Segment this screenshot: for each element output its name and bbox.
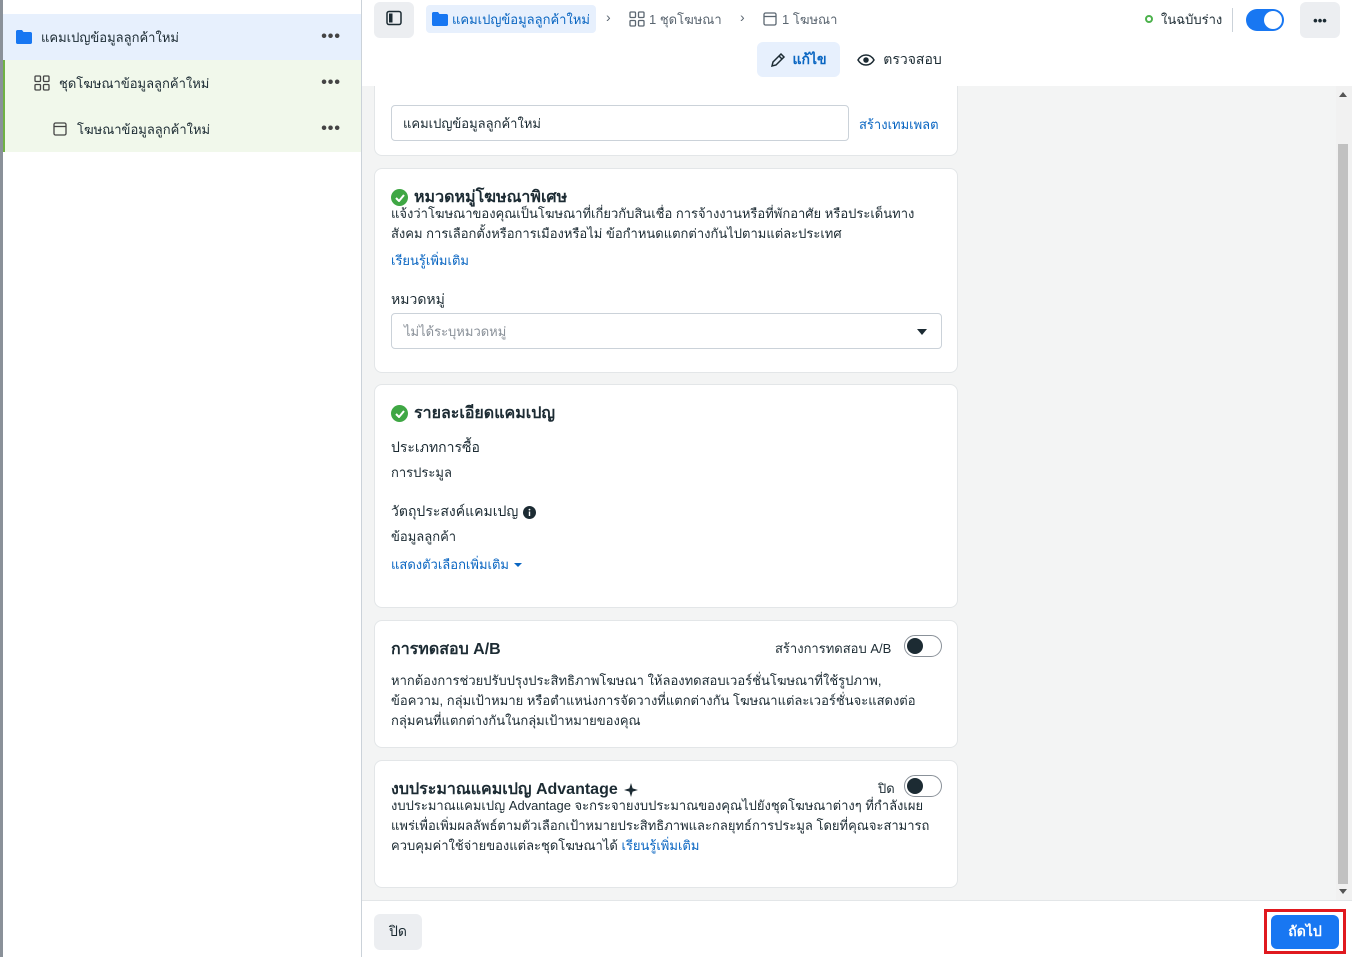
breadcrumb-campaign[interactable]: แคมเปญข้อมูลลูกค้าใหม่: [426, 5, 596, 33]
card-description: หากต้องการช่วยปรับปรุงประสิทธิภาพโฆษณา ใ…: [391, 671, 916, 731]
folder-icon: [432, 12, 448, 26]
ab-toggle-label: สร้างการทดสอบ A/B: [775, 641, 892, 656]
campaign-name-input[interactable]: แคมเปญข้อมูลลูกค้าใหม่: [391, 105, 849, 141]
objective-label: วัตถุประสงค์แคมเปญ: [391, 501, 537, 523]
tree-item-campaign[interactable]: แคมเปญข้อมูลลูกค้าใหม่ •••: [3, 14, 361, 60]
learn-more-link[interactable]: เรียนรู้เพิ่มเติม: [621, 838, 699, 853]
main-content: แคมเปญข้อมูลลูกค้าใหม่ สร้างเทมเพลต หมวด…: [362, 86, 1336, 900]
breadcrumb-label: 1 ชุดโฆษณา: [649, 11, 722, 27]
tab-review[interactable]: ตรวจสอบ: [852, 42, 947, 77]
chevron-right-icon: ›: [606, 9, 611, 25]
top-bar: แคมเปญข้อมูลลูกค้าใหม่ › 1 ชุดโฆษณา › 1 …: [362, 0, 1352, 86]
tab-edit[interactable]: แก้ไข: [757, 42, 840, 77]
ab-test-toggle[interactable]: [904, 635, 942, 657]
caret-down-icon: [513, 563, 522, 567]
input-value: แคมเปญข้อมูลลูกค้าใหม่: [403, 115, 541, 131]
ab-test-card: การทดสอบ A/B สร้างการทดสอบ A/B หากต้องกา…: [374, 620, 958, 748]
card-title-text: การทดสอบ A/B: [391, 641, 501, 658]
tree-item-adset[interactable]: ชุดโฆษณาข้อมูลลูกค้าใหม่ •••: [3, 60, 361, 106]
close-button[interactable]: ปิด: [374, 914, 422, 950]
desc-text: ควบคุมค่าใช้จ่ายของแต่ละชุดโฆษณาได้: [391, 838, 622, 853]
check-circle-icon: [391, 405, 408, 422]
grid-icon: [629, 11, 645, 27]
desc-line: แจ้งว่าโฆษณาของคุณเป็นโฆษณาที่เกี่ยวกับส…: [391, 206, 915, 221]
card-title: รายละเอียดแคมเปญ: [391, 401, 555, 426]
status-dot-icon: [1145, 15, 1153, 23]
sidebar-panel-icon: [386, 10, 402, 31]
scrollbar[interactable]: [1336, 86, 1352, 900]
advantage-budget-toggle[interactable]: [904, 775, 942, 797]
campaign-on-off-toggle[interactable]: [1246, 9, 1284, 31]
show-more-options-link[interactable]: แสดงตัวเลือกเพิ่มเติม: [391, 555, 522, 575]
tab-label: ตรวจสอบ: [883, 50, 942, 67]
chevron-right-icon: ›: [740, 9, 745, 25]
category-select[interactable]: ไม่ได้ระบุหมวดหมู่: [391, 313, 942, 349]
advantage-budget-card: งบประมาณแคมเปญ Advantage ปิด งบประมาณแคม…: [374, 760, 958, 888]
breadcrumb-adset[interactable]: 1 ชุดโฆษณา: [629, 5, 722, 33]
desc-line: ข้อความ, กลุ่มเป้าหมาย หรือตำแหน่งการจัด…: [391, 693, 916, 708]
ad-icon: [51, 120, 69, 138]
card-description: งบประมาณแคมเปญ Advantage จะกระจายงบประมา…: [391, 796, 929, 856]
desc-line: ควบคุมค่าใช้จ่ายของแต่ละชุดโฆษณาได้ เรีย…: [391, 836, 929, 856]
desc-line: งบประมาณแคมเปญ Advantage จะกระจายงบประมา…: [391, 798, 924, 813]
scroll-thumb[interactable]: [1338, 144, 1348, 884]
objective-value: ข้อมูลลูกค้า: [391, 529, 457, 544]
special-ad-category-card: หมวดหมู่โฆษณาพิเศษ แจ้งว่าโฆษณาของคุณเป็…: [374, 168, 958, 373]
objective-label-text: วัตถุประสงค์แคมเปญ: [391, 503, 519, 519]
scroll-down-icon[interactable]: [1339, 889, 1347, 894]
campaign-details-card: รายละเอียดแคมเปญ ประเภทการซื้อ การประมูล…: [374, 384, 958, 608]
eye-icon: [857, 53, 876, 66]
campaign-tree-sidebar: แคมเปญข้อมูลลูกค้าใหม่ ••• ชุดโฆษณาข้อมู…: [0, 0, 362, 957]
pencil-icon: [770, 52, 786, 68]
sidebar-toggle-button[interactable]: [374, 2, 414, 38]
select-placeholder: ไม่ได้ระบุหมวดหมู่: [404, 323, 507, 339]
breadcrumb-ad[interactable]: 1 โฆษณา: [763, 5, 837, 33]
more-icon[interactable]: •••: [321, 28, 341, 46]
tree-item-ad[interactable]: โฆษณาข้อมูลลูกค้าใหม่ •••: [3, 106, 361, 152]
create-template-link[interactable]: สร้างเทมเพลต: [859, 114, 939, 135]
breadcrumb-label: แคมเปญข้อมูลลูกค้าใหม่: [452, 11, 590, 27]
more-icon[interactable]: •••: [321, 120, 341, 138]
more-icon[interactable]: •••: [321, 74, 341, 92]
caret-down-icon: [917, 329, 927, 335]
card-description: แจ้งว่าโฆษณาของคุณเป็นโฆษณาที่เกี่ยวกับส…: [391, 204, 914, 244]
more-icon: •••: [1313, 12, 1327, 28]
link-text: แสดงตัวเลือกเพิ่มเติม: [391, 557, 509, 572]
tree-item-label: ชุดโฆษณาข้อมูลลูกค้าใหม่: [59, 75, 210, 91]
desc-line: แพร่เพื่อเพิ่มผลลัพธ์ตามตัวเลือกเป้าหมาย…: [391, 818, 930, 833]
desc-line: หากต้องการช่วยปรับปรุงประสิทธิภาพโฆษณา ใ…: [391, 673, 882, 688]
sparkle-icon: [623, 782, 638, 797]
divider: [1232, 8, 1233, 32]
next-button[interactable]: ถัดไป: [1271, 915, 1339, 949]
category-label: หมวดหมู่: [391, 291, 445, 307]
tree-item-label: โฆษณาข้อมูลลูกค้าใหม่: [77, 121, 211, 137]
tab-label: แก้ไข: [792, 50, 827, 67]
learn-more-link[interactable]: เรียนรู้เพิ่มเติม: [391, 251, 469, 271]
more-options-button[interactable]: •••: [1300, 2, 1340, 38]
buy-type-value: การประมูล: [391, 465, 452, 480]
info-icon[interactable]: [523, 505, 537, 519]
campaign-name-card: แคมเปญข้อมูลลูกค้าใหม่ สร้างเทมเพลต: [374, 86, 958, 156]
desc-line: สังคม การเลือกตั้งหรือการเมืองหรือไม่ ข้…: [391, 226, 842, 241]
buy-type-label: ประเภทการซื้อ: [391, 439, 480, 455]
folder-icon: [15, 28, 33, 46]
breadcrumb-label: 1 โฆษณา: [782, 11, 838, 27]
scroll-up-icon[interactable]: [1339, 92, 1347, 97]
status-text: ในฉบับร่าง: [1161, 12, 1223, 27]
tree-item-label: แคมเปญข้อมูลลูกค้าใหม่: [41, 29, 179, 45]
footer-bar: ปิด ถัดไป: [362, 900, 1352, 957]
ad-icon: [763, 12, 777, 26]
card-title-text: รายละเอียดแคมเปญ: [414, 405, 556, 422]
grid-icon: [33, 74, 51, 92]
desc-line: กลุ่มคนที่แตกต่างกันในกลุ่มเป้าหมายของคุ…: [391, 713, 641, 728]
